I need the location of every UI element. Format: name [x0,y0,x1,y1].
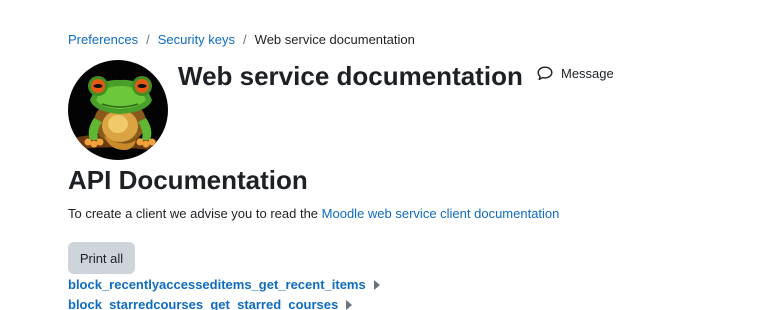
function-link[interactable]: block_starredcourses_get_starred_courses [68,297,338,310]
function-item[interactable]: block_recentlyaccesseditems_get_recent_i… [68,277,380,293]
api-documentation-heading: API Documentation [68,165,308,195]
expand-triangle-icon[interactable] [346,300,353,310]
intro-text: To create a client we advise you to read… [68,205,559,222]
message-label: Message [561,66,614,81]
breadcrumb-item-preferences[interactable]: Preferences [68,32,138,48]
print-all-button[interactable]: Print all [68,242,135,274]
function-item[interactable]: block_starredcourses_get_starred_courses [68,297,353,310]
breadcrumb-current: Web service documentation [254,32,415,47]
speech-bubble-icon [537,66,553,81]
breadcrumb: Preferences / Security keys / Web servic… [68,32,415,48]
breadcrumb-separator: / [243,32,247,47]
expand-triangle-icon[interactable] [373,280,380,290]
intro-text-prefix: To create a client we advise you to read… [68,206,322,221]
page: Preferences / Security keys / Web servic… [0,0,762,310]
message-button[interactable]: Message [537,66,614,81]
page-title: Web service documentation [178,61,523,91]
breadcrumb-separator: / [146,32,150,47]
function-link[interactable]: block_recentlyaccesseditems_get_recent_i… [68,277,366,293]
breadcrumb-item-security-keys[interactable]: Security keys [158,32,235,48]
avatar [68,60,168,160]
client-documentation-link[interactable]: Moodle web service client documentation [322,206,560,221]
frog-profile-picture [68,60,168,160]
